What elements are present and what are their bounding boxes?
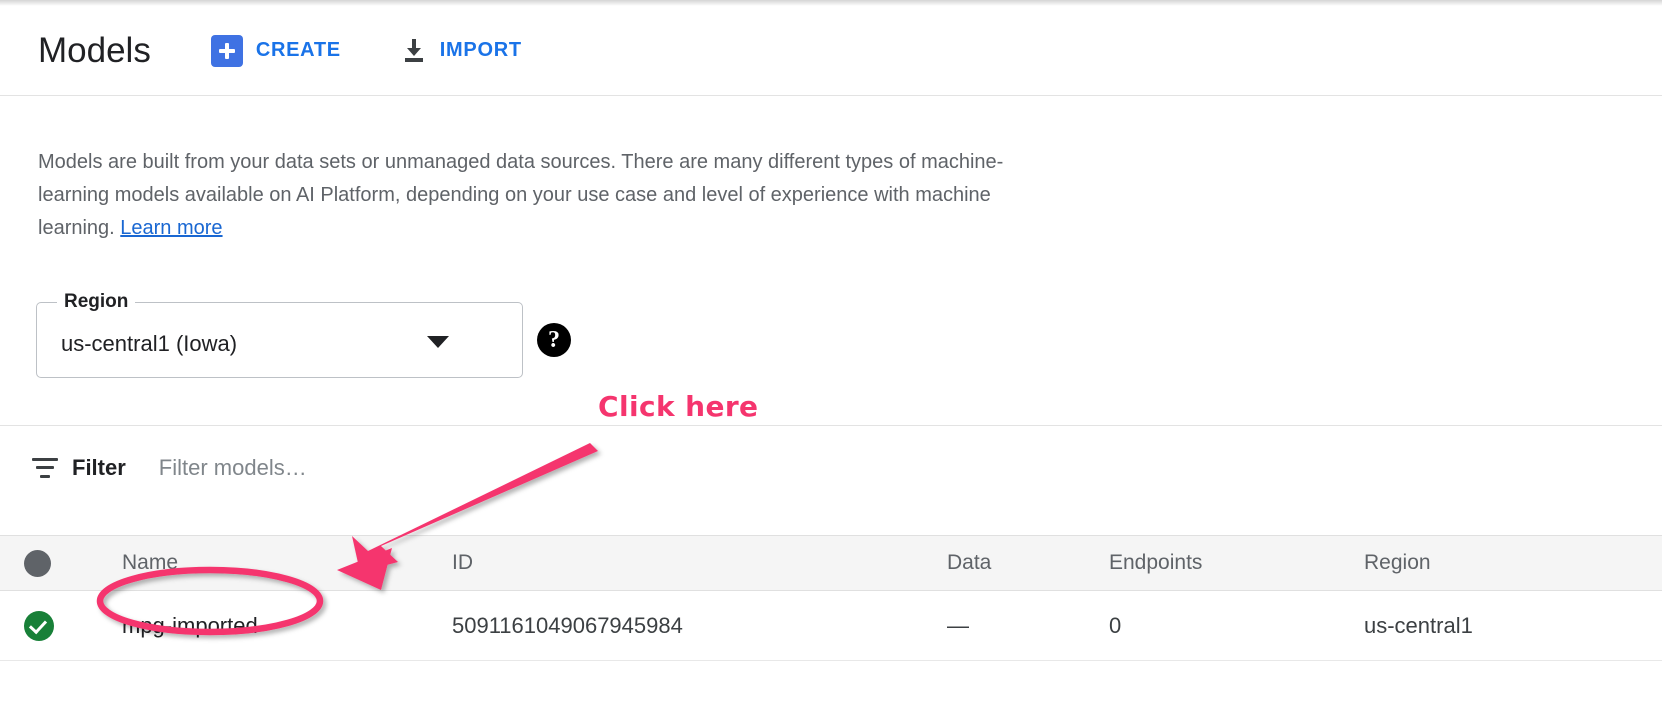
- filter-icon[interactable]: [32, 458, 58, 478]
- table-row[interactable]: mpg-imported 5091161049067945984 — 0 us-…: [0, 591, 1662, 661]
- filter-input[interactable]: [159, 455, 759, 481]
- filter-bar: Filter: [0, 440, 1662, 495]
- region-label: Region: [57, 291, 135, 313]
- page-title: Models: [38, 31, 151, 71]
- select-all-checkbox[interactable]: [24, 550, 51, 577]
- plus-icon: [211, 35, 243, 67]
- download-icon: [401, 37, 427, 65]
- cell-data: —: [947, 613, 1109, 639]
- help-icon[interactable]: ?: [537, 323, 571, 357]
- column-header-name[interactable]: Name: [122, 551, 452, 575]
- column-header-endpoints[interactable]: Endpoints: [1109, 551, 1364, 575]
- cell-endpoints: 0: [1109, 613, 1364, 639]
- cell-region: us-central1: [1364, 613, 1662, 639]
- import-button-label: IMPORT: [440, 39, 522, 62]
- create-button-label: CREATE: [256, 39, 341, 62]
- annotation-click-here-label: Click here: [598, 390, 758, 423]
- create-button[interactable]: CREATE: [211, 35, 341, 67]
- column-header-data[interactable]: Data: [947, 551, 1109, 575]
- select-all-cell: [0, 550, 122, 577]
- region-select[interactable]: Region us-central1 (Iowa): [36, 302, 523, 378]
- page-description: Models are built from your data sets or …: [38, 146, 1058, 245]
- filter-divider: [0, 425, 1662, 426]
- header-divider: [0, 95, 1662, 96]
- row-status-cell: [0, 611, 122, 641]
- status-check-icon: [24, 611, 54, 641]
- page-header: Models CREATE IMPORT: [0, 6, 1662, 95]
- models-table: Name ID Data Endpoints Region mpg-import…: [0, 535, 1662, 661]
- import-button[interactable]: IMPORT: [401, 37, 522, 65]
- learn-more-link[interactable]: Learn more: [120, 217, 222, 239]
- filter-label: Filter: [72, 455, 126, 481]
- table-header-row: Name ID Data Endpoints Region: [0, 535, 1662, 591]
- column-header-region[interactable]: Region: [1364, 551, 1662, 575]
- cell-model-id: 5091161049067945984: [452, 613, 947, 639]
- chevron-down-icon[interactable]: [427, 336, 449, 348]
- header-actions: CREATE IMPORT: [211, 35, 522, 67]
- column-header-id[interactable]: ID: [452, 551, 947, 575]
- region-selected-value: us-central1 (Iowa): [61, 331, 237, 357]
- models-page: Models CREATE IMPORT Models are built fr…: [0, 0, 1662, 720]
- cell-model-name[interactable]: mpg-imported: [122, 613, 452, 639]
